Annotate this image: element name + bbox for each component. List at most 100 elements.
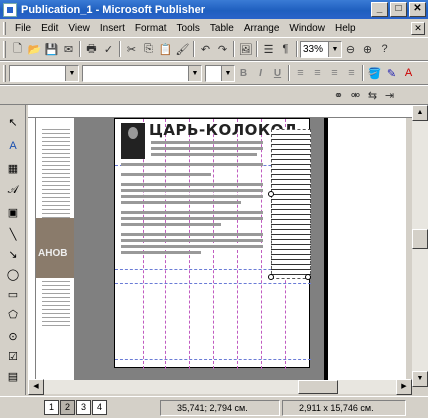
scroll-up-icon[interactable]: ▲ bbox=[412, 105, 428, 121]
font-color-icon[interactable]: A bbox=[400, 65, 417, 82]
selected-text-frame[interactable] bbox=[271, 129, 311, 279]
italic-button[interactable]: I bbox=[252, 65, 269, 82]
body-text-line bbox=[121, 239, 263, 242]
pointer-icon[interactable]: ↖ bbox=[4, 113, 22, 131]
menu-view[interactable]: View bbox=[63, 23, 95, 34]
fill-color-icon[interactable]: 🪣 bbox=[366, 65, 383, 82]
publication-workspace[interactable]: АНОВ ЦАРЬ-КОЛОКОЛ bbox=[36, 118, 406, 380]
align-center-icon[interactable]: ≡ bbox=[309, 65, 326, 82]
hotspot-icon[interactable]: ⊙ bbox=[4, 327, 22, 345]
scroll-down-icon[interactable]: ▼ bbox=[412, 371, 428, 387]
next-frame-icon[interactable]: ⇥ bbox=[381, 87, 398, 104]
insert-picture-icon[interactable]: 🖼 bbox=[237, 41, 254, 58]
vertical-ruler[interactable] bbox=[28, 118, 36, 380]
minimize-button[interactable]: _ bbox=[371, 2, 388, 17]
menu-grip[interactable] bbox=[3, 21, 6, 35]
open-folder-icon[interactable]: 📂 bbox=[26, 41, 43, 58]
zoom-select[interactable]: 33% ▼ bbox=[300, 40, 342, 58]
oval-icon[interactable]: ◯ bbox=[4, 265, 22, 283]
copy-icon[interactable]: ⎘ bbox=[140, 41, 157, 58]
chevron-down-icon[interactable]: ▼ bbox=[328, 41, 341, 57]
body-text-line bbox=[121, 233, 263, 236]
separator bbox=[288, 65, 290, 81]
redo-icon[interactable]: ↷ bbox=[214, 41, 231, 58]
picture-frame-icon[interactable]: ▣ bbox=[4, 203, 22, 221]
link-icon[interactable]: ⚭ bbox=[330, 87, 347, 104]
menu-window[interactable]: Window bbox=[284, 23, 330, 34]
menu-table[interactable]: Table bbox=[205, 23, 239, 34]
font-select[interactable]: ▼ bbox=[82, 64, 202, 82]
menu-help[interactable]: Help bbox=[330, 23, 361, 34]
wordart-icon[interactable]: 𝒜 bbox=[4, 181, 22, 199]
menu-format[interactable]: Format bbox=[130, 23, 172, 34]
text-box-icon[interactable]: A bbox=[4, 137, 22, 155]
align-right-icon[interactable]: ≡ bbox=[326, 65, 343, 82]
undo-icon[interactable]: ↶ bbox=[197, 41, 214, 58]
unlink-icon[interactable]: ⚮ bbox=[347, 87, 364, 104]
close-button[interactable]: ✕ bbox=[409, 2, 426, 17]
portrait-picture[interactable] bbox=[121, 123, 145, 159]
scroll-right-icon[interactable]: ▶ bbox=[396, 379, 412, 395]
page-button-3[interactable]: 3 bbox=[76, 400, 91, 415]
page-button-1[interactable]: 1 bbox=[44, 400, 59, 415]
document-close-button[interactable]: ✕ bbox=[411, 21, 425, 35]
rectangle-icon[interactable]: ▭ bbox=[4, 285, 22, 303]
menu-edit[interactable]: Edit bbox=[36, 23, 63, 34]
formatting-toolbar: ▼ ▼ ▼ B I U ≡ ≡ ≡ ≡ 🪣 ✎ A bbox=[0, 61, 428, 85]
resize-handle[interactable] bbox=[268, 191, 274, 197]
maximize-button[interactable]: □ bbox=[390, 2, 407, 17]
table-icon[interactable]: ▦ bbox=[4, 159, 22, 177]
toolbar-grip[interactable] bbox=[3, 64, 6, 82]
format-painter-icon[interactable]: 🖌 bbox=[174, 41, 191, 58]
justify-icon[interactable]: ≡ bbox=[343, 65, 360, 82]
spelling-icon[interactable]: ✓ bbox=[100, 41, 117, 58]
paste-icon[interactable]: 📋 bbox=[157, 41, 174, 58]
menu-arrange[interactable]: Arrange bbox=[239, 23, 285, 34]
paragraph-marks-icon[interactable]: ¶ bbox=[277, 41, 294, 58]
style-select[interactable]: ▼ bbox=[9, 64, 79, 82]
resize-handle[interactable] bbox=[268, 274, 274, 280]
resize-handle[interactable] bbox=[305, 274, 311, 280]
align-left-icon[interactable]: ≡ bbox=[292, 65, 309, 82]
menu-file[interactable]: File bbox=[10, 23, 36, 34]
bold-button[interactable]: B bbox=[235, 65, 252, 82]
chevron-down-icon[interactable]: ▼ bbox=[221, 65, 234, 81]
line-icon[interactable]: ╲ bbox=[4, 225, 22, 243]
chevron-down-icon[interactable]: ▼ bbox=[65, 65, 78, 81]
autoshapes-icon[interactable]: ⬠ bbox=[4, 305, 22, 323]
zoom-in-icon[interactable]: ⊕ bbox=[359, 41, 376, 58]
right-pasteboard[interactable] bbox=[328, 118, 406, 380]
help-icon[interactable]: ? bbox=[376, 41, 393, 58]
scroll-left-icon[interactable]: ◀ bbox=[28, 379, 44, 395]
columns-icon[interactable]: ☰ bbox=[260, 41, 277, 58]
design-gallery-icon[interactable]: ▤ bbox=[4, 367, 22, 385]
horizontal-scroll-thumb[interactable] bbox=[298, 380, 338, 394]
chevron-down-icon[interactable]: ▼ bbox=[188, 65, 201, 81]
email-icon[interactable]: ✉ bbox=[60, 41, 77, 58]
page-navigator: 1 2 3 4 bbox=[44, 400, 108, 415]
text-direction-icon[interactable]: ⇆ bbox=[364, 87, 381, 104]
font-size-select[interactable]: ▼ bbox=[205, 64, 235, 82]
new-document-icon[interactable]: 🗋 bbox=[9, 41, 26, 58]
line-color-icon[interactable]: ✎ bbox=[383, 65, 400, 82]
left-page[interactable]: АНОВ bbox=[36, 118, 74, 380]
vertical-scroll-thumb[interactable] bbox=[412, 229, 428, 249]
cut-icon[interactable]: ✂ bbox=[123, 41, 140, 58]
horizontal-ruler[interactable] bbox=[28, 105, 418, 118]
horizontal-scrollbar[interactable]: ◀ ▶ bbox=[28, 379, 412, 395]
current-page[interactable]: ЦАРЬ-КОЛОКОЛ bbox=[114, 118, 311, 369]
form-control-icon[interactable]: ☑ bbox=[4, 347, 22, 365]
publisher-app-icon[interactable] bbox=[3, 2, 17, 17]
title-bar: Publication_1 - Microsoft Publisher _ □ … bbox=[0, 0, 428, 19]
vertical-scrollbar[interactable]: ▲ ▼ bbox=[412, 105, 428, 387]
save-icon[interactable]: 💾 bbox=[43, 41, 60, 58]
menu-tools[interactable]: Tools bbox=[172, 23, 205, 34]
underline-button[interactable]: U bbox=[269, 65, 286, 82]
page-button-2[interactable]: 2 bbox=[60, 400, 75, 415]
page-button-4[interactable]: 4 bbox=[92, 400, 107, 415]
menu-insert[interactable]: Insert bbox=[95, 23, 130, 34]
arrow-icon[interactable]: ↘ bbox=[4, 245, 22, 263]
zoom-out-icon[interactable]: ⊖ bbox=[342, 41, 359, 58]
print-icon[interactable]: 🖶 bbox=[83, 41, 100, 58]
toolbar-grip[interactable] bbox=[3, 40, 6, 58]
